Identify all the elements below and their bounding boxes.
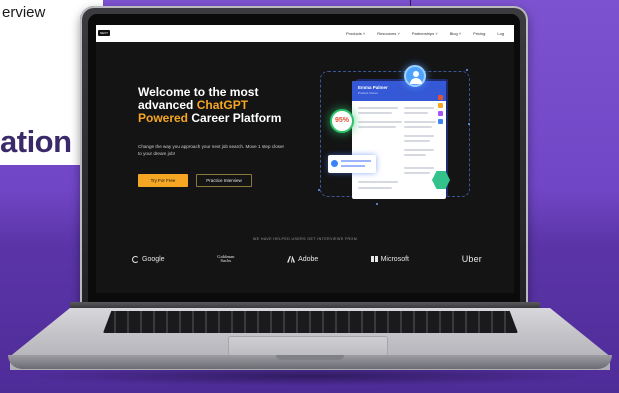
- resume-role: Product Owner: [358, 91, 379, 95]
- laptop-keyboard: [103, 311, 518, 333]
- logos-caption: WE HAVE HELPED USERS GET INTERVIEWS FROM: [252, 237, 358, 241]
- avatar-body: [410, 78, 422, 84]
- resume-line: [404, 149, 434, 151]
- nav-item-partnerships[interactable]: Partnerships ˅: [412, 31, 438, 36]
- resume-line: [404, 140, 430, 142]
- laptop-trackpad: [228, 336, 388, 356]
- resume-line: [358, 112, 392, 114]
- resume-score-badge: 95%: [330, 109, 354, 133]
- try-for-free-button[interactable]: Try For Free: [138, 174, 188, 187]
- logo-uber-text: Uber: [461, 254, 482, 264]
- laptop-screen: NEXT Products ˅ Resources ˅ Partnerships…: [96, 25, 514, 293]
- resume-line: [404, 107, 434, 109]
- nav-item-blog[interactable]: Blog ˅: [450, 31, 461, 36]
- float-line: [341, 160, 371, 162]
- logo-adobe-text: Adobe: [298, 255, 319, 263]
- background-slide-text-big: ation: [0, 124, 72, 159]
- hero-illustration: Emma Palmer Product Owner 95%: [318, 65, 476, 205]
- resume-line: [358, 126, 396, 128]
- logo-goldman-sachs: Goldman Sachs: [217, 254, 234, 264]
- spark-dot: [468, 123, 470, 125]
- spark-dot: [466, 69, 468, 71]
- avatar-head: [413, 71, 419, 77]
- website-navbar: NEXT Products ˅ Resources ˅ Partnerships…: [96, 25, 514, 42]
- resume-line: [404, 126, 432, 128]
- hero-subtitle: Change the way you approach your next jo…: [138, 144, 285, 156]
- resume-line: [404, 167, 434, 169]
- site-logo[interactable]: NEXT: [98, 30, 110, 36]
- resume-line: [358, 107, 398, 109]
- resume-line: [404, 112, 428, 114]
- resume-line: [358, 181, 398, 183]
- floating-info-card: [328, 155, 376, 173]
- google-g-icon: [132, 255, 139, 263]
- resume-line: [404, 172, 430, 174]
- spark-dot: [318, 189, 320, 191]
- logo-adobe: Adobe: [287, 255, 319, 263]
- logo-microsoft: Microsoft: [371, 256, 409, 263]
- nav-item-login[interactable]: Log: [497, 31, 504, 36]
- resume-document: Emma Palmer Product Owner: [352, 81, 446, 199]
- resume-line: [404, 154, 426, 156]
- laptop-notch: [276, 355, 344, 360]
- spark-dot: [376, 203, 378, 205]
- float-line: [341, 165, 365, 167]
- resume-line: [404, 121, 436, 123]
- side-tab: [438, 95, 443, 100]
- logo-google-text: Google: [142, 255, 165, 263]
- practice-interview-button[interactable]: Practice Interview: [196, 174, 252, 187]
- logo-goldman-line2: Sachs: [220, 258, 232, 263]
- side-tab: [438, 111, 443, 116]
- nav-item-products[interactable]: Products ˅: [346, 31, 365, 36]
- side-tab: [438, 119, 443, 124]
- logo-uber: Uber: [462, 254, 482, 264]
- company-logos: Google Goldman Sachs Adobe Microsoft Ube…: [132, 251, 482, 267]
- profile-avatar-icon: [404, 65, 426, 87]
- resume-line: [358, 121, 402, 123]
- nav-item-resources[interactable]: Resources ˅: [377, 31, 400, 36]
- hero-title-part2: Career Platform: [188, 111, 282, 125]
- info-dot-icon: [331, 160, 338, 167]
- resume-name: Emma Palmer: [358, 85, 388, 90]
- nav-menu: Products ˅ Resources ˅ Partnerships ˅ Bl…: [346, 25, 504, 42]
- microsoft-icon: [371, 255, 378, 263]
- logo-microsoft-text: Microsoft: [380, 255, 409, 263]
- resume-side-tabs: [438, 95, 443, 127]
- resume-line: [404, 135, 434, 137]
- resume-line: [358, 187, 392, 189]
- nav-item-pricing[interactable]: Pricing: [473, 31, 485, 36]
- background-slide-text-top: erview: [2, 4, 46, 21]
- hero-title: Welcome to the most advanced ChatGPT Pow…: [138, 86, 288, 125]
- logo-google: Google: [132, 255, 165, 263]
- side-tab: [438, 103, 443, 108]
- adobe-icon: [287, 255, 296, 263]
